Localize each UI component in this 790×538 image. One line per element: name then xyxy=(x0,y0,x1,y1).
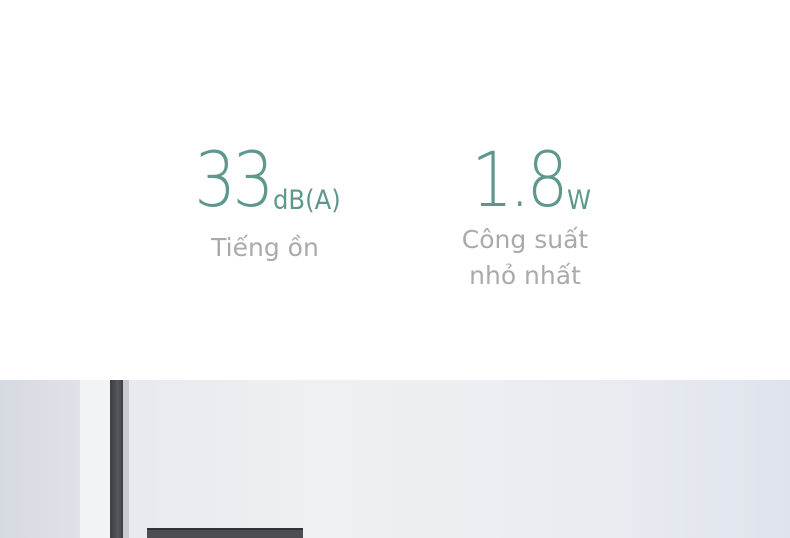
photo-wall-panel xyxy=(0,380,80,538)
photo-pole xyxy=(110,380,123,538)
power-stat: 1.8 W Công suất nhỏ nhất xyxy=(430,132,620,294)
power-label-line2: nhỏ nhất xyxy=(469,261,581,290)
photo-pole-shadow xyxy=(123,380,129,538)
noise-unit: dB(A) xyxy=(272,185,341,216)
noise-value: 33 xyxy=(194,135,274,224)
power-value-row: 1.8 W xyxy=(430,132,620,218)
noise-stat: 33 dB(A) Tiếng ồn xyxy=(170,132,360,266)
power-value: 1.8 xyxy=(471,135,568,224)
power-label-line1: Công suất xyxy=(461,225,589,254)
noise-label: Tiếng ồn xyxy=(211,233,319,262)
photo-device-top xyxy=(147,528,303,538)
power-label: Công suất nhỏ nhất xyxy=(430,222,620,294)
power-unit: W xyxy=(567,185,592,216)
photo-frame-edge xyxy=(80,380,110,538)
spec-panel: 33 dB(A) Tiếng ồn 1.8 W Công suất nhỏ nh… xyxy=(0,0,790,538)
product-photo xyxy=(0,380,790,538)
noise-value-row: 33 dB(A) xyxy=(170,132,360,218)
